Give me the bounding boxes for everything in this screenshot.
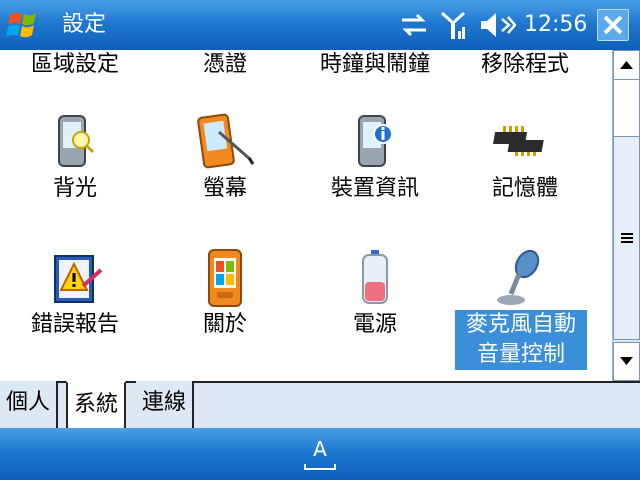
grid-item-mic-auto-volume[interactable]: 麥克風自動 音量控制 <box>455 246 587 370</box>
about-icon <box>208 249 242 307</box>
speaker-icon[interactable] <box>478 9 516 41</box>
triangle-up-icon <box>620 61 633 69</box>
backlight-icon <box>58 115 95 167</box>
vertical-scrollbar[interactable] <box>612 50 640 381</box>
grid-item-regional-settings[interactable]: 區域設定 <box>0 50 150 80</box>
keyboard-icon <box>304 464 336 470</box>
tab-system[interactable]: 系統 <box>66 381 127 430</box>
grid-item-backlight[interactable]: 背光 <box>0 110 150 204</box>
screen-icon <box>197 113 255 169</box>
error-report-icon <box>54 255 103 303</box>
windows-start-icon[interactable] <box>4 5 46 45</box>
scroll-down-button[interactable] <box>613 342 640 381</box>
input-panel-button[interactable]: A <box>300 438 340 472</box>
tab-connections[interactable]: 連線 <box>136 381 195 428</box>
grid-item-remove-programs[interactable]: 移除程式 <box>450 50 600 80</box>
grip-icon <box>621 233 633 243</box>
close-button[interactable] <box>597 9 629 41</box>
memory-chip-icon <box>493 126 544 156</box>
keyboard-icon-label: A <box>313 437 327 461</box>
grid-item-about[interactable]: 關於 <box>150 246 300 340</box>
tab-bar: 個人 系統 連線 <box>0 381 640 430</box>
microphone-icon <box>497 249 540 305</box>
grid-item-memory[interactable]: 記憶體 <box>450 110 600 204</box>
sync-arrows-icon[interactable] <box>398 9 430 41</box>
device-info-icon <box>358 115 393 167</box>
signal-antenna-icon[interactable] <box>440 9 466 41</box>
grid-item-power[interactable]: 電源 <box>300 246 450 340</box>
grid-item-screen[interactable]: 螢幕 <box>150 110 300 204</box>
tab-personal[interactable]: 個人 <box>0 381 59 428</box>
grid-item-clock-alarms[interactable]: 時鐘與鬧鐘 <box>300 50 450 80</box>
menu-bar: A <box>0 428 640 480</box>
scroll-track[interactable] <box>613 80 640 136</box>
settings-grid: 區域設定 憑證 時鐘與鬧鐘 移除程式 背光 螢幕 裝置資訊 記憶體 錯誤報告 關… <box>0 50 612 381</box>
battery-icon <box>362 250 388 304</box>
triangle-down-icon <box>620 357 633 365</box>
grid-item-error-report[interactable]: 錯誤報告 <box>0 246 150 340</box>
title-bar: 設定 12:56 <box>0 0 640 50</box>
grid-item-device-info[interactable]: 裝置資訊 <box>300 110 450 204</box>
clock[interactable]: 12:56 <box>524 10 587 40</box>
window-title: 設定 <box>62 12 107 37</box>
scroll-thumb[interactable] <box>613 136 640 340</box>
close-icon <box>603 15 623 35</box>
scroll-up-button[interactable] <box>613 50 640 80</box>
grid-item-certificates[interactable]: 憑證 <box>150 50 300 80</box>
